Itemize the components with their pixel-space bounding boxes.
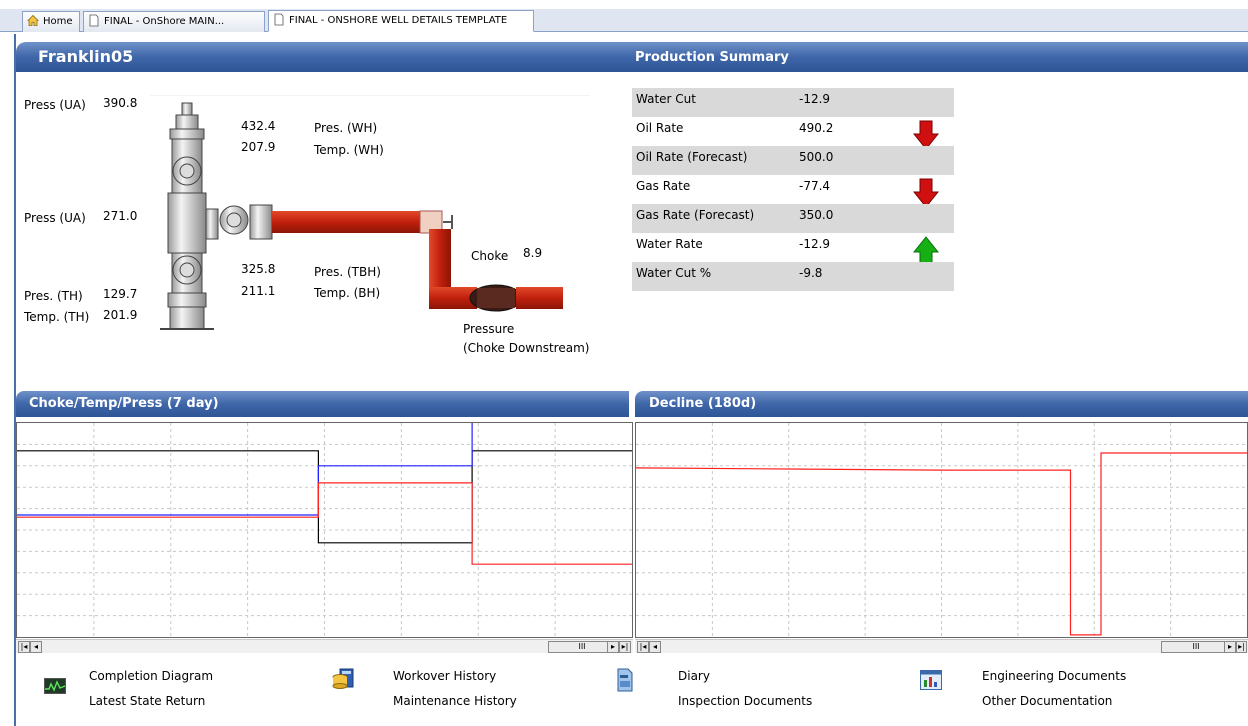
engineering-documents-icon[interactable] — [920, 670, 942, 690]
summary-row: Water Cut -12.9 — [632, 88, 954, 117]
scroll-thumb[interactable]: III — [1161, 641, 1231, 653]
pres-tbh-value: 325.8 — [241, 262, 276, 276]
pres-wh-label: Pres. (WH) — [314, 121, 378, 135]
scroll-right-button[interactable]: ▸ — [607, 641, 619, 653]
summary-row-name: Oil Rate (Forecast) — [636, 150, 748, 164]
series-line-1 — [17, 423, 473, 516]
summary-row-name: Gas Rate (Forecast) — [636, 208, 755, 222]
temp-th-value: 201.9 — [103, 308, 138, 322]
tab-well-details-label: FINAL - ONSHORE WELL DETAILS TEMPLATE — [289, 15, 508, 26]
summary-row: Oil Rate (Forecast) 500.0 — [632, 146, 954, 175]
decline-chart-frame — [635, 422, 1248, 638]
summary-row-value: 500.0 — [799, 150, 834, 164]
summary-row-value: -12.9 — [799, 92, 831, 106]
summary-row-name: Water Rate — [636, 237, 703, 251]
choke-label: Choke — [471, 249, 509, 263]
diary-link[interactable]: Diary — [678, 669, 710, 683]
temp-bh-value: 211.1 — [241, 284, 276, 298]
choke-temp-press-chart-frame — [16, 422, 633, 638]
tab-well-details-template[interactable]: FINAL - ONSHORE WELL DETAILS TEMPLATE — [268, 10, 534, 32]
other-documentation-link[interactable]: Other Documentation — [982, 694, 1112, 708]
press-ua-mid-label: Press (UA) — [24, 211, 86, 225]
production-summary-title: Production Summary — [635, 50, 789, 65]
summary-row: Water Cut % -9.8 — [632, 262, 954, 291]
pres-th-label: Pres. (TH) — [24, 289, 83, 303]
pres-tbh-label: Pres. (TBH) — [314, 265, 381, 279]
summary-row: Oil Rate 490.2 — [632, 117, 954, 150]
well-header-bar: Franklin05 Production Summary — [16, 42, 1248, 72]
summary-row-name: Water Cut — [636, 92, 696, 106]
decline-chart-scrollbar[interactable]: |◂ ◂ III ▸ ▸| — [635, 639, 1248, 653]
temp-wh-value: 207.9 — [241, 140, 276, 154]
summary-row: Water Rate -12.9 — [632, 233, 954, 266]
choke-temp-press-header: Choke/Temp/Press (7 day) — [16, 391, 629, 417]
summary-row: Gas Rate -77.4 — [632, 175, 954, 208]
completion-diagram-icon[interactable] — [44, 678, 66, 694]
home-icon — [27, 14, 39, 26]
diary-icon[interactable] — [616, 668, 634, 692]
document-icon — [274, 13, 284, 26]
pres-wh-value: 432.4 — [241, 119, 276, 133]
production-summary-table: Water Cut -12.9 Oil Rate 490.2 Oil Rate (F… — [632, 88, 954, 291]
scroll-last-button[interactable]: ▸| — [1236, 641, 1247, 653]
pres-th-value: 129.7 — [103, 287, 138, 301]
decline-chart — [635, 423, 1247, 637]
pressure-choke-downstream-label: (Choke Downstream) — [463, 341, 590, 355]
tab-onshore-main[interactable]: FINAL - OnShore MAIN... — [83, 11, 265, 32]
summary-row-value: -9.8 — [799, 266, 823, 280]
summary-row-value: -77.4 — [799, 179, 831, 193]
tab-onshore-main-label: FINAL - OnShore MAIN... — [104, 16, 225, 27]
scroll-first-button[interactable]: |◂ — [18, 641, 30, 653]
tab-home-label: Home — [43, 16, 73, 27]
latest-state-return-link[interactable]: Latest State Return — [89, 694, 205, 708]
workover-history-icon[interactable] — [332, 668, 354, 690]
summary-row-name: Water Cut % — [636, 266, 712, 280]
summary-row-value: 350.0 — [799, 208, 834, 222]
press-ua-top-value: 390.8 — [103, 96, 138, 110]
tab-home[interactable]: Home — [22, 11, 80, 32]
summary-row: Gas Rate (Forecast) 350.0 — [632, 204, 954, 233]
scroll-first-button[interactable]: |◂ — [637, 641, 649, 653]
choke-temp-press-chart — [17, 423, 632, 637]
summary-row-name: Oil Rate — [636, 121, 684, 135]
document-icon — [89, 14, 99, 27]
choke-value: 8.9 — [523, 246, 543, 260]
pressure-label: Pressure — [463, 322, 515, 336]
press-ua-mid-value: 271.0 — [103, 209, 138, 223]
temp-th-label: Temp. (TH) — [24, 310, 90, 324]
scroll-right-button[interactable]: ▸ — [1224, 641, 1236, 653]
engineering-documents-link[interactable]: Engineering Documents — [982, 669, 1126, 683]
scroll-thumb-grip: III — [578, 642, 586, 651]
choke-temp-press-title: Choke/Temp/Press (7 day) — [29, 396, 219, 411]
workover-history-link[interactable]: Workover History — [393, 669, 496, 683]
temp-wh-label: Temp. (WH) — [314, 143, 384, 157]
choke-chart-scrollbar[interactable]: |◂ ◂ III ▸ ▸| — [16, 639, 633, 653]
maintenance-history-link[interactable]: Maintenance History — [393, 694, 517, 708]
decline-title: Decline (180d) — [649, 396, 757, 411]
decline-header: Decline (180d) — [635, 391, 1248, 417]
scroll-left-button[interactable]: ◂ — [30, 641, 42, 653]
scroll-thumb-grip: III — [1192, 642, 1200, 651]
summary-row-name: Gas Rate — [636, 179, 691, 193]
summary-row-value: 490.2 — [799, 121, 834, 135]
scroll-last-button[interactable]: ▸| — [619, 641, 631, 653]
inspection-documents-link[interactable]: Inspection Documents — [678, 694, 812, 708]
scroll-left-button[interactable]: ◂ — [649, 641, 661, 653]
well-title: Franklin05 — [38, 47, 134, 66]
tab-bar: Home FINAL - OnShore MAIN... FINAL - ONS… — [0, 0, 1248, 34]
press-ua-top-label: Press (UA) — [24, 98, 86, 112]
summary-row-value: -12.9 — [799, 237, 831, 251]
scroll-thumb[interactable]: III — [548, 641, 616, 653]
completion-diagram-link[interactable]: Completion Diagram — [89, 669, 213, 683]
temp-bh-label: Temp. (BH) — [314, 286, 381, 300]
